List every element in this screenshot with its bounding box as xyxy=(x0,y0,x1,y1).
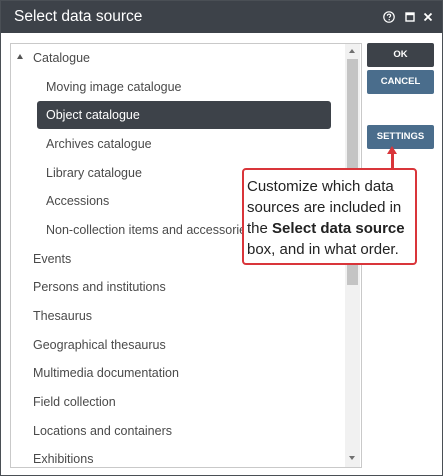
scroll-down-arrow-icon[interactable] xyxy=(349,456,355,460)
cancel-button[interactable]: CANCEL xyxy=(367,70,434,94)
tree-item-locations-and-containers[interactable]: Locations and containers xyxy=(11,417,345,445)
tree-item-label: Thesaurus xyxy=(33,309,93,323)
tree-item-archives-catalogue[interactable]: Archives catalogue xyxy=(11,130,345,158)
tree-item-label: Multimedia documentation xyxy=(33,366,179,380)
select-data-source-dialog: Select data source Catalogue Moving imag… xyxy=(0,0,443,476)
tree-item-label: Non-collection items and accessories xyxy=(46,223,253,237)
ok-button[interactable]: OK xyxy=(367,43,434,67)
tree-item-thesaurus[interactable]: Thesaurus xyxy=(11,302,345,330)
callout-text: Customize which data sources are include… xyxy=(247,178,405,258)
dialog-title: Select data source xyxy=(14,8,143,25)
tree-item-label: Object catalogue xyxy=(46,108,140,122)
settings-button[interactable]: SETTINGS xyxy=(367,125,434,149)
tree-item-label: Locations and containers xyxy=(33,424,172,438)
expand-collapse-icon[interactable] xyxy=(17,54,23,59)
tree-item-label: Accessions xyxy=(46,194,110,208)
tree-item-object-catalogue[interactable]: Object catalogue xyxy=(11,101,345,129)
maximize-icon[interactable] xyxy=(403,10,417,24)
tree-item-label: Library catalogue xyxy=(46,166,142,180)
tree-item-persons-and-institutions[interactable]: Persons and institutions xyxy=(11,273,345,301)
tree-item-label: Geographical thesaurus xyxy=(33,338,166,352)
callout-arrow-head-icon xyxy=(387,146,397,154)
tree-item-label: Moving image catalogue xyxy=(46,80,182,94)
tree-item-moving-image-catalogue[interactable]: Moving image catalogue xyxy=(11,73,345,101)
tree-item-exhibitions[interactable]: Exhibitions xyxy=(11,445,345,467)
tree-item-label: Catalogue xyxy=(33,51,90,65)
tree-item-label: Archives catalogue xyxy=(46,137,152,151)
callout-arrow xyxy=(391,153,394,168)
tree-item-label: Events xyxy=(33,252,72,266)
help-icon[interactable] xyxy=(382,10,396,24)
tree-item-catalogue[interactable]: Catalogue xyxy=(11,44,345,72)
tree-item-multimedia-documentation[interactable]: Multimedia documentation xyxy=(11,359,345,387)
tree-item-label: Persons and institutions xyxy=(33,280,166,294)
title-bar: Select data source xyxy=(1,1,442,33)
callout-box: Customize which data sources are include… xyxy=(242,168,417,265)
tree-item-field-collection[interactable]: Field collection xyxy=(11,388,345,416)
callout-bold-text: Select data source xyxy=(272,220,405,237)
tree-item-geographical-thesaurus[interactable]: Geographical thesaurus xyxy=(11,331,345,359)
tree-item-label: Exhibitions xyxy=(33,452,94,466)
close-icon[interactable] xyxy=(421,10,435,24)
tree-item-label: Field collection xyxy=(33,395,116,409)
scroll-up-arrow-icon[interactable] xyxy=(349,49,355,53)
